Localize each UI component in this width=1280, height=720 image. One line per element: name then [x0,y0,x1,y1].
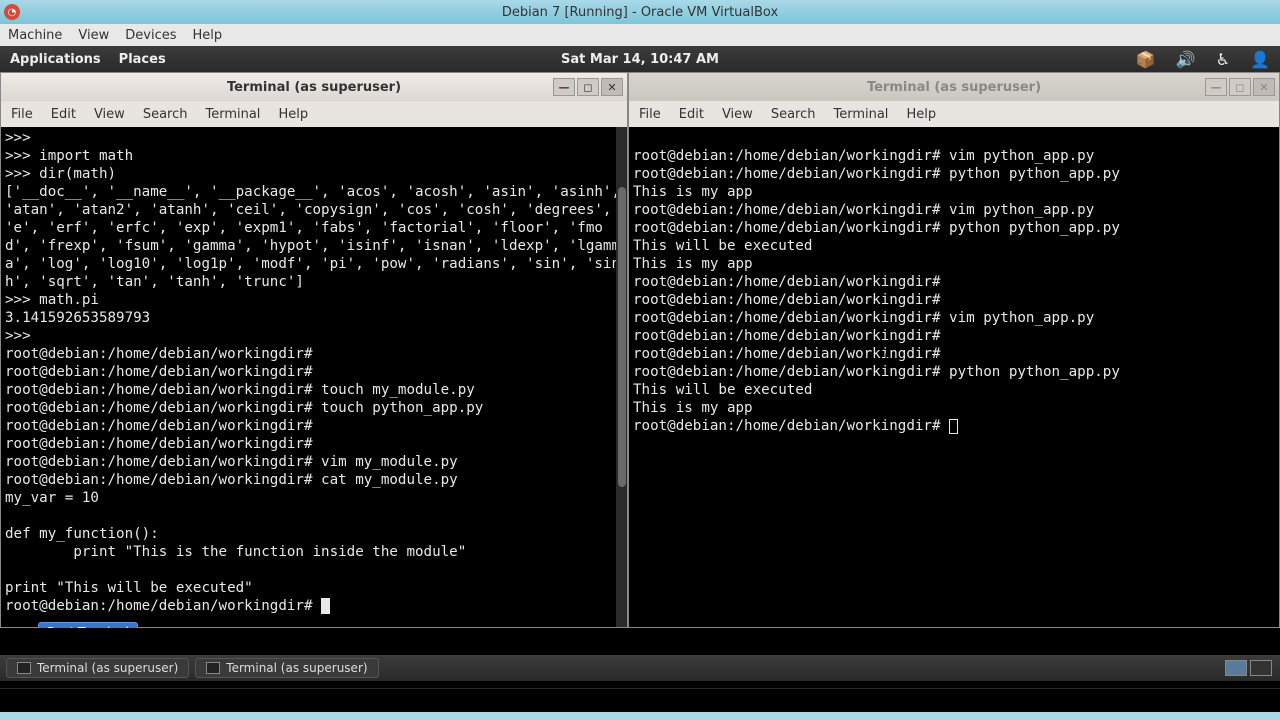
vm-title: Debian 7 [Running] - Oracle VM VirtualBo… [502,5,778,20]
terminal-icon [206,662,220,674]
term-menu-view[interactable]: View [94,107,125,122]
desktop: Terminal (as superuser) — ◻ ✕ File Edit … [0,72,1280,689]
terminal-cursor [321,598,330,614]
vbox-menu-help[interactable]: Help [193,28,223,43]
scrollbar-thumb[interactable] [618,187,626,487]
term-menu-file[interactable]: File [11,107,33,122]
workspace-1[interactable] [1225,660,1247,676]
term-menu-terminal[interactable]: Terminal [205,107,260,122]
accessibility-icon[interactable]: ♿ [1216,50,1230,69]
term-menu-edit[interactable]: Edit [679,107,704,122]
terminal-left-titlebar[interactable]: Terminal (as superuser) — ◻ ✕ [1,73,627,101]
user-icon[interactable]: 👤 [1250,50,1270,69]
maximize-button[interactable]: ◻ [1229,78,1251,96]
virtualbox-menu: Machine View Devices Help [0,24,1280,46]
term-menu-help[interactable]: Help [278,107,308,122]
workspace-2[interactable] [1250,660,1272,676]
gnome-bottom-panel: Terminal (as superuser) Terminal (as sup… [0,655,1280,681]
terminal-right-titlebar[interactable]: Terminal (as superuser) — ◻ ✕ [629,73,1279,101]
terminal-left-title: Terminal (as superuser) [227,80,401,95]
vbox-menu-view[interactable]: View [78,28,109,43]
vbox-menu-machine[interactable]: Machine [8,28,62,43]
workspace-switcher[interactable] [1225,660,1272,676]
applications-menu[interactable]: Applications [10,52,101,67]
close-button[interactable]: ✕ [1253,78,1275,96]
vbox-menu-devices[interactable]: Devices [125,28,176,43]
term-menu-search[interactable]: Search [771,107,816,122]
scrollbar[interactable] [616,127,627,627]
term-menu-search[interactable]: Search [143,107,188,122]
term-menu-edit[interactable]: Edit [51,107,76,122]
maximize-button[interactable]: ◻ [577,78,599,96]
terminal-window-left[interactable]: Terminal (as superuser) — ◻ ✕ File Edit … [0,72,628,628]
terminal-left-menu: File Edit View Search Terminal Help [1,101,627,127]
taskbar-item-terminal-1[interactable]: Terminal (as superuser) [6,658,189,678]
terminal-left-content[interactable]: >>> >>> import math >>> dir(math) ['__do… [1,127,627,627]
term-menu-help[interactable]: Help [906,107,936,122]
close-button[interactable]: ✕ [601,78,623,96]
terminal-right-content[interactable]: root@debian:/home/debian/workingdir# vim… [629,127,1279,627]
term-menu-terminal[interactable]: Terminal [833,107,888,122]
terminal-window-right[interactable]: Terminal (as superuser) — ◻ ✕ File Edit … [628,72,1280,628]
taskbar-item-terminal-2[interactable]: Terminal (as superuser) [195,658,378,678]
volume-icon[interactable]: 🔊 [1176,50,1196,69]
minimize-button[interactable]: — [1205,78,1227,96]
terminal-right-title: Terminal (as superuser) [867,80,1041,95]
term-menu-view[interactable]: View [722,107,753,122]
terminal-right-menu: File Edit View Search Terminal Help [629,101,1279,127]
virtualbox-statusbar [0,712,1280,720]
virtualbox-titlebar: ◔ Debian 7 [Running] - Oracle VM Virtual… [0,0,1280,24]
places-menu[interactable]: Places [119,52,166,67]
clock[interactable]: Sat Mar 14, 10:47 AM [561,52,719,67]
terminal-cursor-inactive [949,419,958,434]
terminal-icon [17,662,31,674]
gnome-top-panel: Applications Places Sat Mar 14, 10:47 AM… [0,46,1280,72]
virtualbox-logo-icon: ◔ [4,4,20,20]
mouse-ibeam-cursor: I [884,352,885,368]
minimize-button[interactable]: — [553,78,575,96]
term-menu-file[interactable]: File [639,107,661,122]
updates-icon[interactable]: 📦 [1136,50,1156,69]
